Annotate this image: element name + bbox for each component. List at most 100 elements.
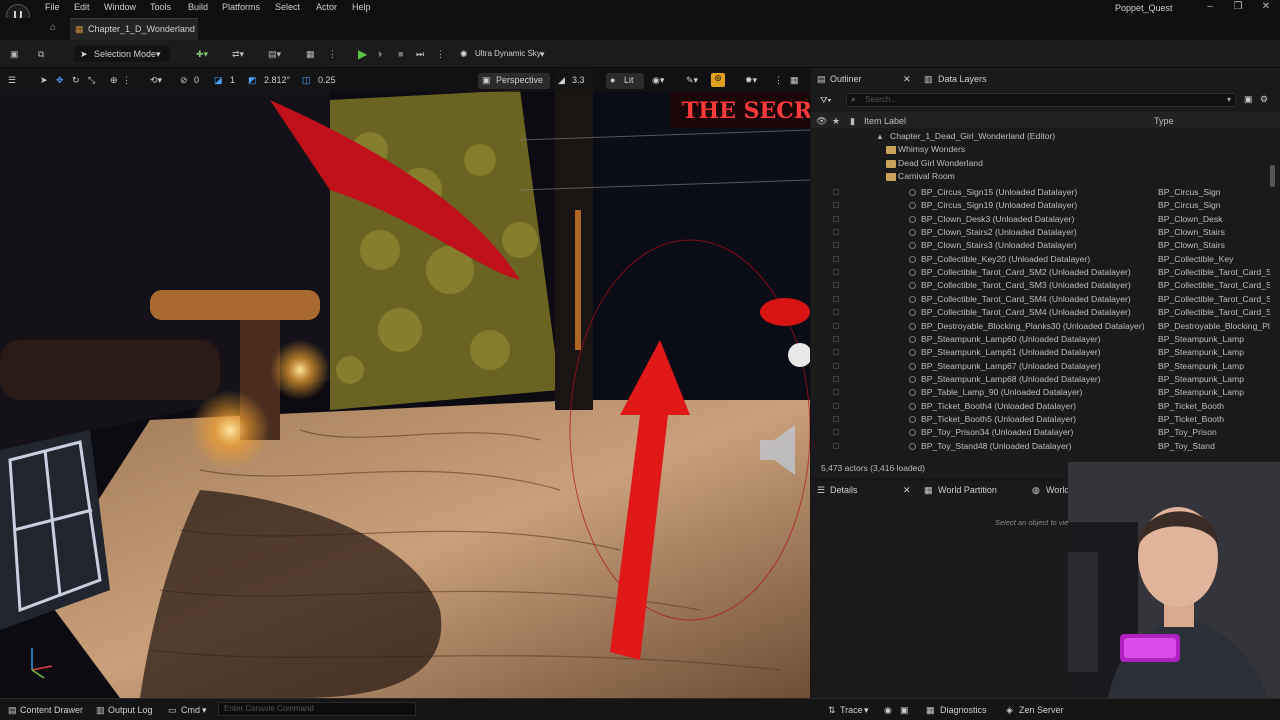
outliner-actor-row[interactable]: BP_Clown_Desk3 (Unloaded Datalayer) BP_Cl…	[812, 213, 1270, 226]
visibility-toggle-icon[interactable]	[833, 389, 839, 396]
grid-snap-value[interactable]: 0	[194, 75, 199, 85]
home-icon[interactable]: ⌂	[50, 22, 56, 33]
step-icon[interactable]: ⏵	[378, 46, 383, 62]
type-header[interactable]: Type	[1154, 116, 1174, 126]
save-icon[interactable]: ▣	[10, 46, 19, 62]
details-tab[interactable]: Details	[830, 485, 858, 495]
outliner-scrollbar[interactable]	[1270, 165, 1275, 187]
console-command-input[interactable]: Enter Console Command	[218, 702, 416, 716]
scale-tool-icon[interactable]: ⤡	[88, 75, 95, 86]
world-partition-tab[interactable]: World Partition	[938, 485, 997, 495]
scale-snap-icon[interactable]: ◩	[248, 75, 257, 86]
visibility-toggle-icon[interactable]	[833, 349, 839, 356]
rotate-tool-icon[interactable]: ↻	[72, 75, 80, 86]
rotate-snap-icon[interactable]: ◪	[214, 75, 223, 86]
outliner-actor-row[interactable]: BP_Ticket_Booth4 (Unloaded Datalayer) BP_…	[812, 400, 1270, 413]
outliner-actor-row[interactable]: BP_Steampunk_Lamp61 (Unloaded Datalayer)…	[812, 346, 1270, 359]
blueprint-icon[interactable]: ⇄▾	[232, 46, 244, 62]
fov-value[interactable]: 3.3	[572, 75, 585, 85]
minimize-icon[interactable]: –	[1202, 1, 1218, 12]
cmd-chevron-icon[interactable]: ▾	[202, 705, 207, 716]
visibility-toggle-icon[interactable]	[833, 295, 839, 302]
visibility-toggle-icon[interactable]	[833, 429, 839, 436]
settings-gear-icon[interactable]: ✹▾	[745, 75, 757, 86]
close-outliner-icon[interactable]: ✕	[903, 74, 911, 85]
visibility-toggle-icon[interactable]	[833, 415, 839, 422]
visibility-toggle-icon[interactable]	[833, 442, 839, 449]
outliner-actor-row[interactable]: BP_Collectible_Tarot_Card_SM2 (Unloaded …	[812, 266, 1270, 279]
visibility-toggle-icon[interactable]	[833, 269, 839, 276]
outliner-settings-icon[interactable]: ⚙	[1260, 94, 1268, 105]
game-view-icon[interactable]: ⊛	[711, 73, 725, 87]
cinematics-icon[interactable]: ▤▾	[268, 46, 281, 62]
stop-icon[interactable]: ■	[398, 46, 403, 62]
zen-server-button[interactable]: Zen Server	[1019, 705, 1064, 715]
close-window-icon[interactable]: ✕	[1258, 1, 1274, 12]
outliner-actor-row[interactable]: BP_Ticket_Booth5 (Unloaded Datalayer) BP_…	[812, 413, 1270, 426]
filter-icon[interactable]: ⛛▾	[820, 95, 831, 106]
fov-icon[interactable]: ◢	[558, 75, 565, 86]
trace-dropdown[interactable]: Trace	[840, 705, 863, 715]
outliner-tab[interactable]: Outliner	[830, 74, 862, 84]
outliner-actor-row[interactable]: BP_Steampunk_Lamp60 (Unloaded Datalayer)…	[812, 333, 1270, 346]
menu-actor[interactable]: Actor	[316, 2, 337, 12]
menu-help[interactable]: Help	[352, 2, 371, 12]
visibility-toggle-icon[interactable]	[833, 242, 839, 249]
level-viewport[interactable]: THE SECRE	[0, 70, 810, 698]
play-options-icon[interactable]: ⏭	[416, 46, 424, 62]
visibility-toggle-icon[interactable]	[833, 309, 839, 316]
visibility-toggle-icon[interactable]	[833, 229, 839, 236]
record-icon[interactable]: ◉	[884, 705, 892, 716]
outliner-tree-row[interactable]: Dead Girl Wonderland	[812, 157, 1270, 170]
translate-tool-icon[interactable]: ✥	[56, 75, 64, 86]
menu-select[interactable]: Select	[275, 2, 300, 12]
visibility-toggle-icon[interactable]	[833, 255, 839, 262]
add-actor-icon[interactable]: ✚▾	[196, 46, 208, 62]
output-log-button[interactable]: Output Log	[108, 705, 153, 715]
outliner-actor-row[interactable]: BP_Clown_Stairs2 (Unloaded Datalayer) BP_…	[812, 226, 1270, 239]
outliner-actor-row[interactable]: BP_Circus_Sign19 (Unloaded Datalayer) BP_…	[812, 199, 1270, 212]
outliner-actor-row[interactable]: BP_Collectible_Tarot_Card_SM3 (Unloaded …	[812, 279, 1270, 292]
menu-tools[interactable]: Tools	[150, 2, 171, 12]
viewport-menu-icon[interactable]: ⋮	[774, 75, 783, 86]
build-settings-icon[interactable]: ▦	[306, 46, 315, 62]
item-label-header[interactable]: Item Label	[864, 116, 906, 126]
selection-mode-dropdown[interactable]: ➤ Selection Mode ▾	[74, 46, 170, 62]
layout-icon[interactable]: ▦	[790, 75, 799, 86]
outliner-tree-row[interactable]: Whimsy Wonders	[812, 143, 1270, 156]
outliner-actor-row[interactable]: BP_Table_Lamp_90 (Unloaded Datalayer) BP_…	[812, 386, 1270, 399]
visibility-toggle-icon[interactable]	[833, 375, 839, 382]
view-mode-dropdown[interactable]: ● Lit	[606, 73, 644, 89]
snapshot-icon[interactable]: ▣	[900, 705, 909, 716]
camera-speed-value[interactable]: 0.25	[318, 75, 336, 85]
menu-window[interactable]: Window	[104, 2, 136, 12]
outliner-tree-row[interactable]: Carnival Room	[812, 170, 1270, 183]
outliner-actor-row[interactable]: BP_Collectible_Key20 (Unloaded Datalayer…	[812, 253, 1270, 266]
outliner-actor-row[interactable]: BP_Circus_Sign15 (Unloaded Datalayer) BP_…	[812, 186, 1270, 199]
outliner-actor-row[interactable]: BP_Toy_Prison34 (Unloaded Datalayer) BP_T…	[812, 426, 1270, 439]
viewport-options-icon[interactable]: ☰	[8, 75, 16, 86]
outliner-tree-row[interactable]: ▲ Chapter_1_Dead_Girl_Wonderland (Editor)	[812, 130, 1270, 143]
menu-file[interactable]: File	[45, 2, 60, 12]
maximize-icon[interactable]: ❐	[1230, 1, 1246, 12]
rotate-snap-value[interactable]: 1	[230, 75, 235, 85]
perspective-dropdown[interactable]: ▣ Perspective	[478, 73, 550, 89]
level-tab[interactable]: ▦ Chapter_1_D_Wonderland	[70, 18, 198, 40]
content-drawer-button[interactable]: Content Drawer	[20, 705, 83, 715]
outliner-actor-row[interactable]: BP_Steampunk_Lamp68 (Unloaded Datalayer)…	[812, 373, 1270, 386]
realtime-icon[interactable]: ✎▾	[686, 75, 698, 86]
surface-snap-icon[interactable]: ⟲▾	[150, 75, 162, 86]
outliner-actor-row[interactable]: BP_Toy_Stand48 (Unloaded Datalayer) BP_To…	[812, 440, 1270, 453]
visibility-toggle-icon[interactable]	[833, 362, 839, 369]
diagnostics-button[interactable]: Diagnostics	[940, 705, 987, 715]
outliner-actor-row[interactable]: BP_Steampunk_Lamp67 (Unloaded Datalayer)…	[812, 360, 1270, 373]
visibility-toggle-icon[interactable]	[833, 402, 839, 409]
select-tool-icon[interactable]: ➤	[40, 75, 48, 86]
data-layers-tab[interactable]: Data Layers	[938, 74, 987, 84]
outliner-actor-row[interactable]: BP_Collectible_Tarot_Card_SM4 (Unloaded …	[812, 306, 1270, 319]
camera-speed-icon[interactable]: ◫	[302, 75, 311, 86]
menu-edit[interactable]: Edit	[74, 2, 90, 12]
trace-chevron-icon[interactable]: ▾	[864, 705, 869, 716]
add-folder-icon[interactable]: ▣	[1244, 94, 1253, 105]
visibility-toggle-icon[interactable]	[833, 322, 839, 329]
